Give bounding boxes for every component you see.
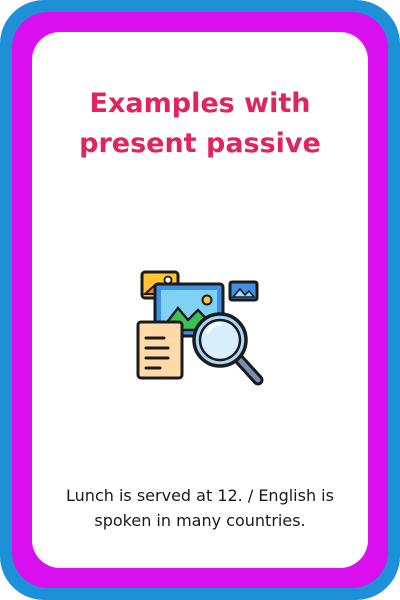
magnifying-glass-icon: [192, 312, 264, 386]
card-title: Examples with present passive: [0, 84, 400, 164]
image-search-icon: [136, 270, 264, 386]
document-icon: [136, 320, 184, 380]
card-title-line-1: Examples with: [89, 88, 311, 119]
small-picture-icon: [228, 280, 259, 302]
card-title-line-2: present passive: [79, 128, 321, 159]
card-caption: Lunch is served at 12. / English is spok…: [66, 486, 334, 530]
